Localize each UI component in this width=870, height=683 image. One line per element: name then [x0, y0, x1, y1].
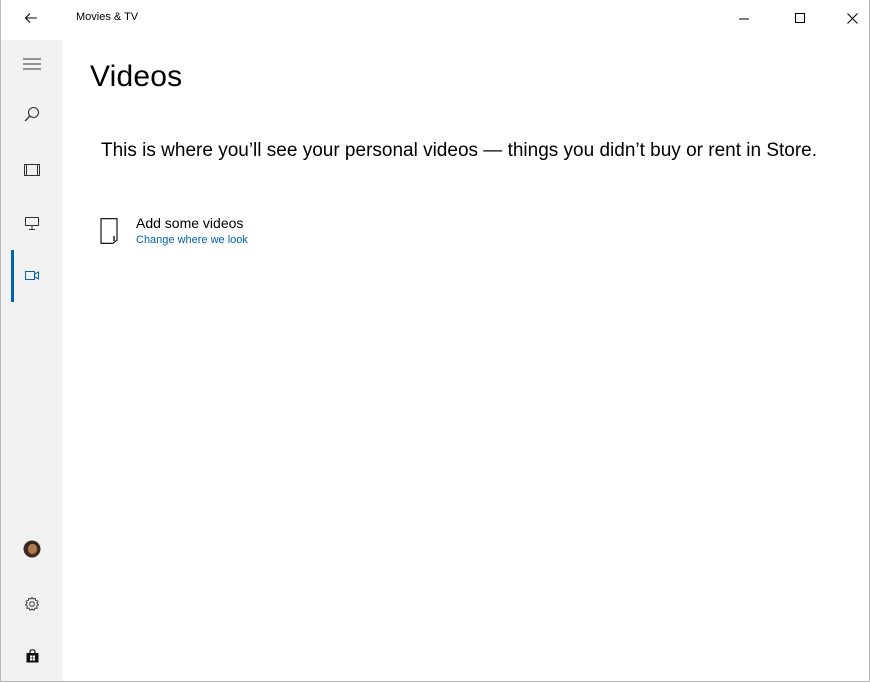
- close-button[interactable]: [829, 0, 870, 40]
- add-videos-label[interactable]: Add some videos: [136, 215, 243, 231]
- store-bag-icon: [26, 648, 39, 668]
- nav-item-videos[interactable]: [1, 250, 63, 302]
- search-button[interactable]: [1, 94, 63, 138]
- store-button[interactable]: [1, 636, 63, 680]
- back-arrow-icon: [24, 11, 38, 29]
- hamburger-menu-icon: [23, 57, 41, 75]
- maximize-button[interactable]: [777, 0, 823, 40]
- change-location-link[interactable]: Change where we look: [136, 234, 248, 246]
- app-window: Movies & TV Videos This is where you’ll …: [0, 0, 870, 682]
- close-icon: [846, 11, 858, 29]
- title-bar: Movies & TV: [1, 0, 869, 40]
- video-camera-icon: [25, 267, 39, 285]
- nav-item-movies[interactable]: [1, 150, 63, 194]
- empty-state-description: This is where you’ll see your personal v…: [101, 140, 818, 161]
- page-title: Videos: [90, 60, 183, 93]
- settings-button[interactable]: [1, 584, 63, 628]
- minimize-icon: [738, 11, 750, 29]
- search-icon: [24, 106, 40, 127]
- gear-icon: [24, 596, 40, 617]
- nav-sidebar: [1, 40, 63, 681]
- nav-item-tv[interactable]: [1, 204, 63, 248]
- folder-icon: [100, 218, 120, 249]
- account-button[interactable]: [1, 529, 63, 573]
- movies-icon: [24, 163, 40, 181]
- tv-icon: [25, 217, 39, 235]
- minimize-button[interactable]: [721, 0, 767, 40]
- account-avatar: [23, 540, 41, 563]
- back-button[interactable]: [1, 0, 61, 40]
- app-title: Movies & TV: [76, 11, 139, 23]
- maximize-icon: [794, 11, 806, 29]
- hamburger-menu-button[interactable]: [1, 44, 63, 88]
